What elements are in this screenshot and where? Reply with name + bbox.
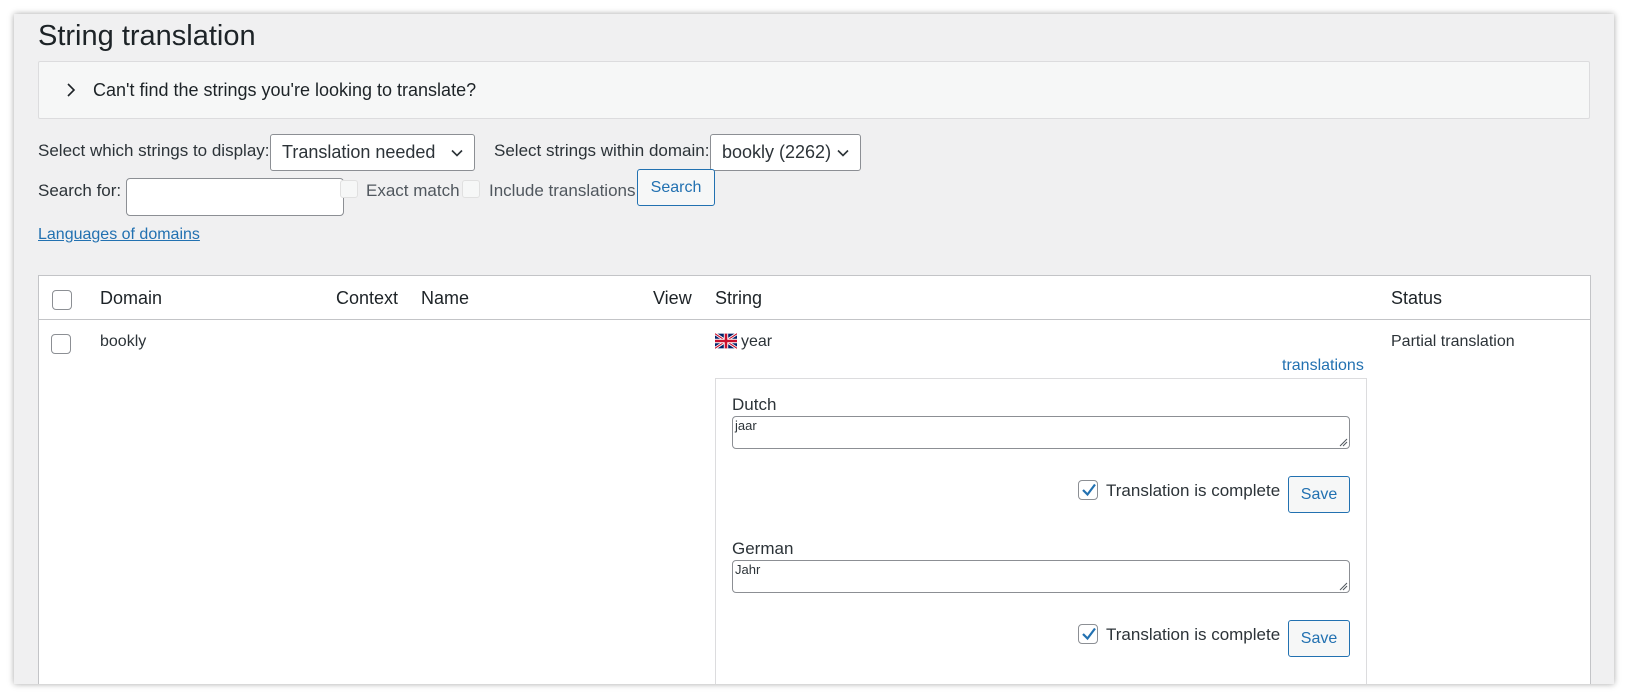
include-translations-label: Include translations (489, 181, 636, 200)
languages-of-domains-link[interactable]: Languages of domains (38, 226, 200, 244)
display-filter-select[interactable]: Translation needed (270, 134, 475, 171)
checkmark-icon (1082, 627, 1096, 641)
chevron-down-icon (451, 149, 463, 157)
help-notice-toggle[interactable]: Can't find the strings you're looking to… (38, 61, 1590, 119)
display-filter-value: Translation needed (282, 142, 436, 162)
german-complete-label: Translation is complete (1106, 625, 1281, 644)
include-translations-checkbox[interactable] (462, 180, 480, 198)
row-string: year (741, 333, 773, 350)
search-button[interactable]: Search (637, 169, 715, 206)
app-window: String translation Can't find the string… (14, 14, 1614, 684)
translation-language-label: Dutch (732, 395, 777, 414)
table-header: Domain Context Name View String Status (39, 276, 1590, 320)
checkmark-icon (1082, 483, 1096, 497)
chevron-right-icon (67, 83, 76, 97)
dutch-translation-value: jaar (735, 418, 757, 433)
domain-filter-value: bookly (2262) (722, 142, 832, 162)
german-complete-checkbox[interactable] (1078, 624, 1098, 644)
dutch-complete-checkbox[interactable] (1078, 480, 1098, 500)
exact-match-checkbox[interactable] (340, 180, 358, 198)
translations-panel: Dutch jaar Translation is complete Save … (715, 378, 1367, 684)
column-header-view: View (653, 288, 692, 308)
uk-flag-icon (715, 333, 737, 349)
exact-match-label: Exact match (366, 181, 460, 200)
dutch-translation-textarea[interactable]: jaar (732, 416, 1350, 449)
translations-toggle-link[interactable]: translations (1282, 357, 1364, 375)
column-header-context[interactable]: Context (336, 288, 398, 309)
row-select-checkbox[interactable] (51, 334, 71, 354)
column-header-status: Status (1391, 288, 1443, 308)
resize-grip-icon[interactable] (1339, 582, 1348, 591)
resize-grip-icon[interactable] (1339, 438, 1348, 447)
chevron-down-icon (837, 149, 849, 157)
dutch-save-button[interactable]: Save (1288, 476, 1350, 513)
select-all-checkbox[interactable] (52, 290, 72, 310)
column-header-string[interactable]: String (715, 288, 762, 309)
german-save-button[interactable]: Save (1288, 620, 1350, 657)
german-translation-value: Jahr (735, 562, 761, 577)
help-notice-text: Can't find the strings you're looking to… (93, 79, 477, 100)
display-filter-label: Select which strings to display: (38, 141, 270, 160)
page-title: String translation (38, 20, 256, 52)
domain-filter-select[interactable]: bookly (2262) (710, 134, 861, 171)
column-header-domain[interactable]: Domain (100, 288, 162, 309)
dutch-complete-label: Translation is complete (1106, 481, 1281, 500)
search-input[interactable] (126, 178, 344, 216)
german-translation-textarea[interactable]: Jahr (732, 560, 1350, 593)
row-domain: bookly (100, 333, 147, 350)
domain-filter-label: Select strings within domain: (494, 141, 710, 160)
column-header-name[interactable]: Name (421, 288, 469, 309)
strings-table: Domain Context Name View String Status b… (38, 275, 1591, 684)
translation-language-label: German (732, 539, 794, 558)
search-label: Search for: (38, 181, 122, 200)
row-status: Partial translation (1391, 333, 1515, 350)
